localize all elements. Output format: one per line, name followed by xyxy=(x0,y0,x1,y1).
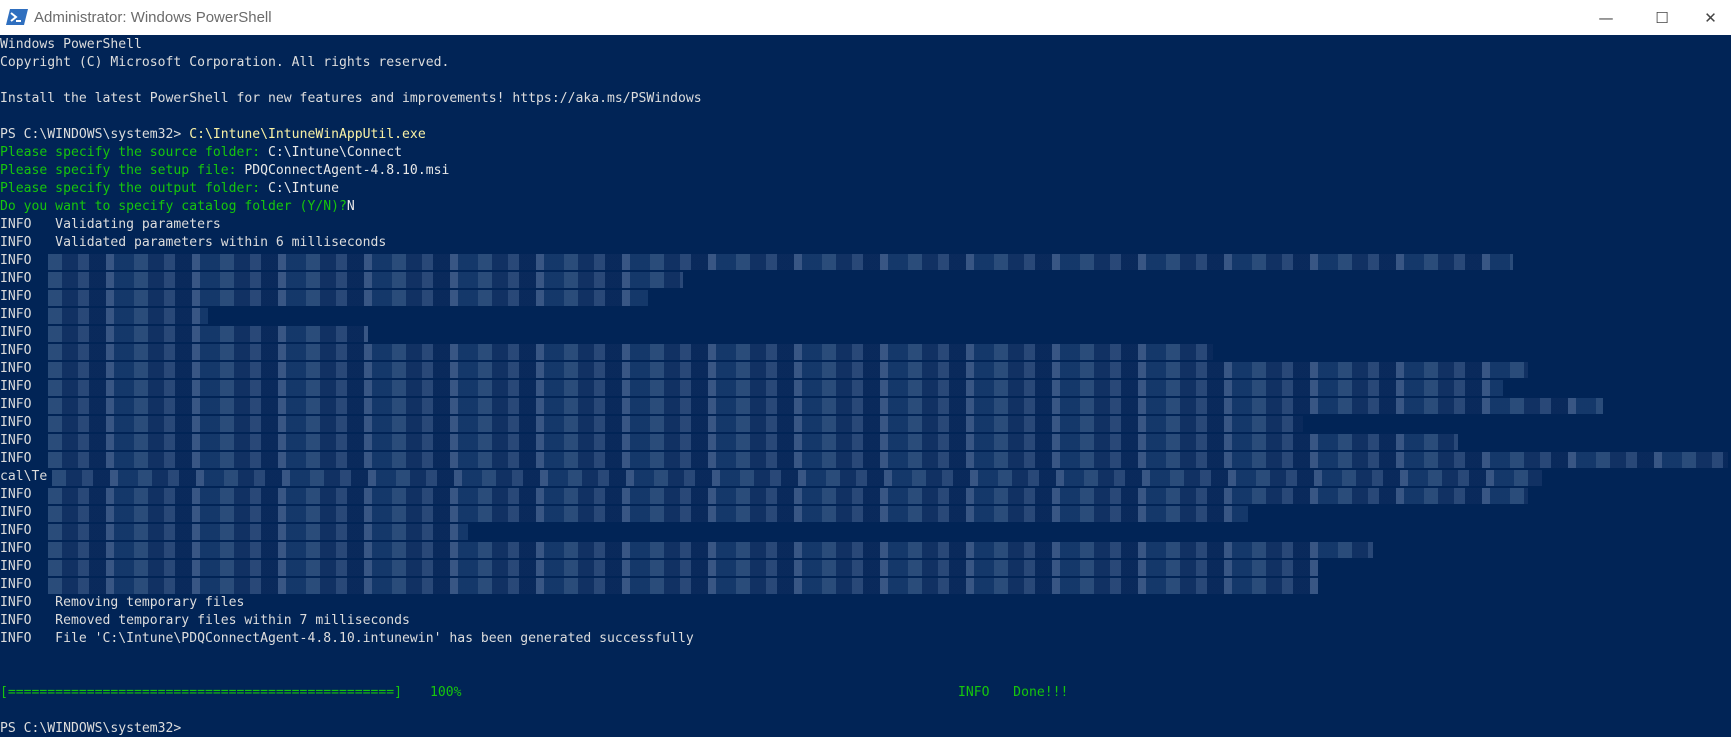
console-line: INFO File 'C:\Intune\PDQConnectAgent-4.8… xyxy=(0,631,694,646)
console-line: INFO xyxy=(0,307,32,322)
console-output[interactable]: Windows PowerShell Copyright (C) Microso… xyxy=(0,35,1731,737)
close-icon: ✕ xyxy=(1704,8,1717,27)
progress-bar: [=======================================… xyxy=(0,685,403,700)
prompt-question: Please specify the source folder: xyxy=(0,145,269,160)
console-line: INFO xyxy=(0,523,32,538)
redacted-block xyxy=(48,416,1303,432)
console-line: INFO xyxy=(0,343,32,358)
console-line: INFO xyxy=(0,451,32,466)
console-line: INFO xyxy=(0,541,32,556)
console-line: INFO xyxy=(0,271,32,286)
prompt: PS C:\WINDOWS\system32> xyxy=(0,127,190,142)
console-line: INFO xyxy=(0,379,32,394)
console-line: cal\Te xyxy=(0,469,48,484)
close-button[interactable]: ✕ xyxy=(1690,0,1731,35)
console-line: INFO xyxy=(0,397,32,412)
prompt-question: Please specify the output folder: xyxy=(0,181,269,196)
console-line: INFO xyxy=(0,361,32,376)
redacted-block xyxy=(48,290,648,306)
console-line: Windows PowerShell xyxy=(0,37,142,52)
redacted-block xyxy=(48,434,1458,450)
redacted-block xyxy=(48,506,1248,522)
command-prompt[interactable]: PS C:\WINDOWS\system32> xyxy=(0,720,189,737)
redacted-block xyxy=(48,254,1513,270)
console-line: INFO xyxy=(0,325,32,340)
redacted-block xyxy=(48,380,1503,396)
console-line: INFO Removing temporary files xyxy=(0,595,245,610)
powershell-icon xyxy=(6,9,28,25)
redacted-block xyxy=(48,326,368,342)
console-line: INFO xyxy=(0,289,32,304)
redacted-block xyxy=(48,488,1528,504)
maximize-icon: ☐ xyxy=(1655,8,1669,27)
redacted-block xyxy=(48,452,1728,468)
window-title: Administrator: Windows PowerShell xyxy=(34,9,272,26)
console-line: INFO xyxy=(0,505,32,520)
redacted-block xyxy=(48,560,1318,576)
redacted-block xyxy=(48,344,1213,360)
redacted-block xyxy=(48,542,1373,558)
console-line: INFO xyxy=(0,433,32,448)
console-line: INFO xyxy=(0,577,32,592)
console-line: INFO xyxy=(0,253,32,268)
redacted-block xyxy=(48,398,1603,414)
console-line: Install the latest PowerShell for new fe… xyxy=(0,91,702,106)
prompt-answer: N xyxy=(346,199,355,214)
prompt-line: Please specify the setup file: PDQConnec… xyxy=(0,162,449,180)
console-line: INFO xyxy=(0,559,32,574)
prompt-question: Please specify the setup file: xyxy=(0,163,245,178)
prompt-line: Please specify the source folder: C:\Int… xyxy=(0,144,402,162)
title-bar: Administrator: Windows PowerShell — ☐ ✕ xyxy=(0,0,1731,35)
prompt-line: Please specify the output folder: C:\Int… xyxy=(0,180,339,198)
redacted-block xyxy=(48,578,1318,594)
console-line: INFO Removed temporary files within 7 mi… xyxy=(0,613,410,628)
minimize-icon: — xyxy=(1598,8,1614,27)
minimize-button[interactable]: — xyxy=(1578,0,1634,35)
console-line: INFO Validated parameters within 6 milli… xyxy=(0,235,387,250)
prompt-question: Do you want to specify catalog folder (Y… xyxy=(0,199,347,214)
command: C:\Intune\IntuneWinAppUtil.exe xyxy=(189,127,426,142)
progress-status: INFO Done!!! xyxy=(958,685,1069,700)
redacted-block xyxy=(48,362,1528,378)
console-line: INFO xyxy=(0,415,32,430)
prompt-line: Do you want to specify catalog folder (Y… xyxy=(0,198,355,216)
prompt-answer: C:\Intune xyxy=(268,181,339,196)
console-line: INFO Validating parameters xyxy=(0,217,221,232)
console-line: Copyright (C) Microsoft Corporation. All… xyxy=(0,55,450,70)
prompt-answer: PDQConnectAgent-4.8.10.msi xyxy=(244,163,450,178)
redacted-block xyxy=(48,272,683,288)
redacted-block xyxy=(52,470,1542,486)
progress-percent: 100% xyxy=(430,685,462,700)
maximize-button[interactable]: ☐ xyxy=(1634,0,1690,35)
redacted-block xyxy=(48,524,468,540)
redacted-block xyxy=(48,308,208,324)
console-line: INFO xyxy=(0,487,32,502)
command-line: PS C:\WINDOWS\system32> C:\Intune\Intune… xyxy=(0,126,426,144)
prompt: PS C:\WINDOWS\system32> xyxy=(0,721,190,736)
prompt-answer: C:\Intune\Connect xyxy=(268,145,403,160)
